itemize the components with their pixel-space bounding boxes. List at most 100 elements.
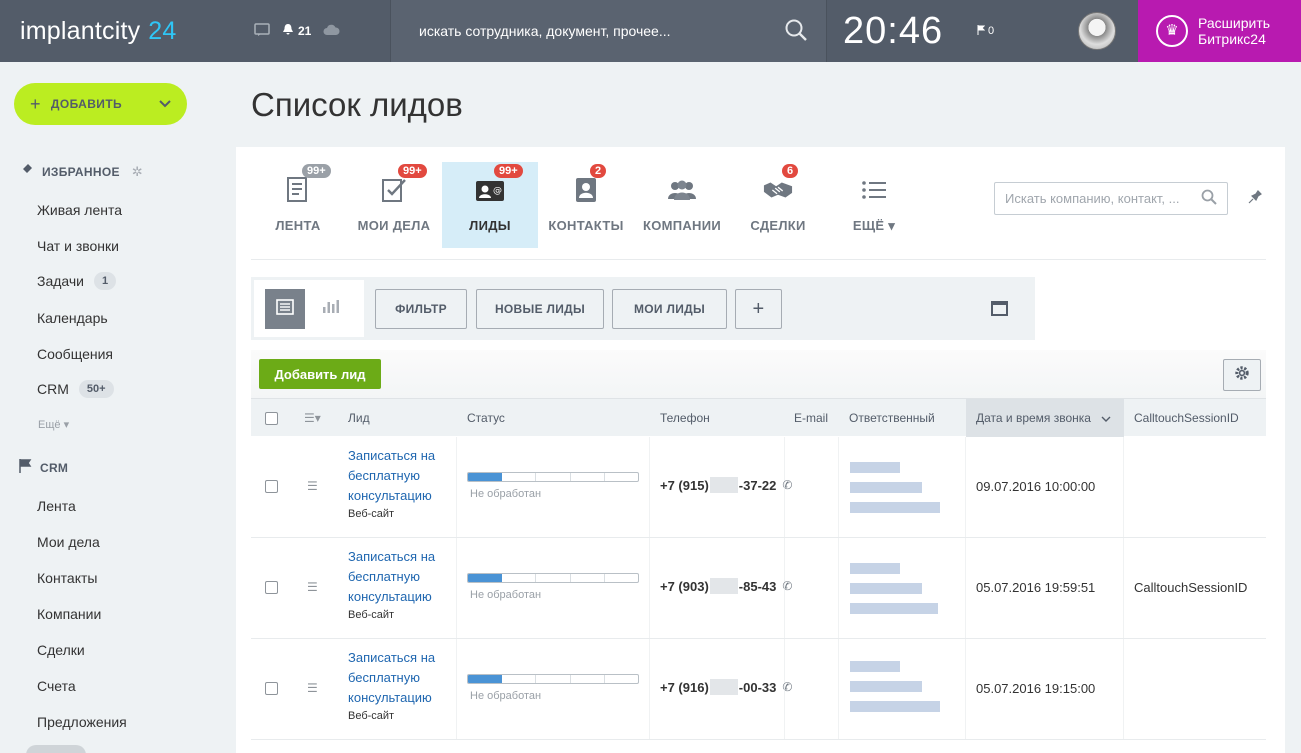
status-segment <box>502 675 537 683</box>
pin-icon[interactable] <box>1248 190 1262 207</box>
tab-leads[interactable]: 99+ @ ЛИДЫ <box>442 162 538 248</box>
phone-call-icon[interactable]: ✆ <box>782 579 792 593</box>
crown-icon: ♛ <box>1156 15 1188 47</box>
phone-value[interactable]: +7 (916) -00-33 ✆ <box>660 679 792 695</box>
checkbox[interactable] <box>265 411 278 425</box>
column-calltouch[interactable]: CalltouchSessionID <box>1134 399 1239 437</box>
add-button[interactable]: + ДОБАВИТЬ <box>14 83 187 125</box>
expand-bitrix-button[interactable]: ♛ Расширить Битрикс24 <box>1138 0 1301 62</box>
phone-call-icon[interactable]: ✆ <box>782 680 792 694</box>
sidebar-item-chat[interactable]: Чат и звонки <box>37 238 119 254</box>
column-separator <box>965 538 966 638</box>
row-checkbox[interactable] <box>265 682 278 753</box>
lead-link[interactable]: Записаться на бесплатную консультацию <box>348 446 448 506</box>
add-lead-button[interactable]: Добавить лид <box>259 359 381 389</box>
call-datetime: 09.07.2016 10:00:00 <box>976 479 1096 494</box>
checkbox[interactable] <box>265 581 278 594</box>
tab-my-tasks[interactable]: 99+ МОИ ДЕЛА <box>346 162 442 248</box>
phone-value[interactable]: +7 (903) -85-43 ✆ <box>660 578 792 594</box>
top-icons: 21 <box>248 0 390 62</box>
table-row[interactable]: ☰ Записаться на бесплатную консультацию … <box>251 538 1266 639</box>
search-icon[interactable] <box>784 18 808 45</box>
phone-redacted <box>709 679 738 695</box>
redacted-line <box>850 661 900 672</box>
sidebar-item-crm[interactable]: CRM 50+ <box>37 380 114 398</box>
sidebar-item-deals[interactable]: Сделки <box>37 642 85 658</box>
sidebar-item-contacts[interactable]: Контакты <box>37 570 97 586</box>
flag-counter[interactable]: 0 <box>977 0 1037 62</box>
phone-call-icon[interactable]: ✆ <box>782 478 792 492</box>
clock[interactable]: 20:46 <box>827 0 977 62</box>
tasks-counter: 1 <box>94 272 117 290</box>
phone-prefix: +7 (915) <box>660 477 709 493</box>
global-search[interactable]: искать сотрудника, документ, прочее... <box>390 0 827 62</box>
sidebar-item-my-tasks[interactable]: Мои дела <box>37 534 100 550</box>
notifications-button[interactable]: 21 <box>282 23 311 39</box>
cloud-icon[interactable] <box>323 24 340 39</box>
checkbox[interactable] <box>265 682 278 695</box>
top-bar: implantcity 24 21 искать сотрудника, док… <box>0 0 1301 62</box>
chat-icon[interactable] <box>254 22 270 40</box>
filter-button[interactable]: ФИЛЬТР <box>375 289 467 329</box>
phone-value[interactable]: +7 (915) -37-22 ✆ <box>660 477 792 493</box>
search-icon[interactable] <box>1201 189 1217 208</box>
tab-more[interactable]: ЕЩЁ ▾ <box>826 162 922 248</box>
add-filter-button[interactable]: + <box>735 289 782 329</box>
column-call-datetime[interactable]: Дата и время звонка <box>966 399 1124 437</box>
global-search-input[interactable]: искать сотрудника, документ, прочее... <box>419 23 671 39</box>
crm-section-title[interactable]: CRM <box>18 459 68 476</box>
tab-deals[interactable]: 6 СДЕЛКИ <box>730 162 826 248</box>
list-view-button[interactable] <box>265 289 305 329</box>
svg-text:@: @ <box>493 186 502 196</box>
lead-source: Веб-сайт <box>348 710 395 722</box>
row-menu-icon[interactable]: ☰ <box>307 479 318 493</box>
sidebar-item-label: Компании <box>37 606 102 622</box>
sidebar-item-quotes[interactable]: Предложения <box>37 714 127 730</box>
logo[interactable]: implantcity 24 <box>0 0 248 62</box>
sidebar-item-messages[interactable]: Сообщения <box>37 346 113 362</box>
sidebar-item-tasks[interactable]: Задачи 1 <box>37 272 117 290</box>
column-separator <box>649 437 650 537</box>
status-progress[interactable] <box>467 573 639 583</box>
gear-icon[interactable]: ✲ <box>132 164 143 180</box>
column-phone[interactable]: Телефон <box>660 399 710 437</box>
my-leads-button[interactable]: МОИ ЛИДЫ <box>612 289 727 329</box>
companies-icon <box>667 176 697 204</box>
column-email[interactable]: E-mail <box>794 399 828 437</box>
sidebar-more[interactable]: Ещё ▾ <box>38 418 69 431</box>
window-icon[interactable] <box>991 301 1008 316</box>
column-status[interactable]: Статус <box>467 399 505 437</box>
crm-search-input[interactable]: Искать компанию, контакт, ... <box>994 182 1228 215</box>
grid-settings-button[interactable] <box>1223 359 1261 391</box>
tab-feed[interactable]: 99+ ЛЕНТА <box>250 162 346 248</box>
column-lead[interactable]: Лид <box>348 399 370 437</box>
sidebar-item-live-feed[interactable]: Живая лента <box>37 202 122 218</box>
sidebar-item-crm-feed[interactable]: Лента <box>37 498 76 514</box>
new-leads-button[interactable]: НОВЫЕ ЛИДЫ <box>476 289 604 329</box>
row-menu-icon[interactable]: ☰ <box>307 681 318 695</box>
column-menu-icon[interactable]: ☰▾ <box>304 399 321 437</box>
tab-badge: 99+ <box>302 164 331 178</box>
tab-companies[interactable]: КОМПАНИИ <box>634 162 730 248</box>
row-menu-icon[interactable]: ☰ <box>307 580 318 594</box>
chart-view-button[interactable] <box>322 298 340 317</box>
favorites-title[interactable]: ИЗБРАННОЕ ✲ <box>18 162 143 181</box>
sidebar-item-calendar[interactable]: Календарь <box>37 310 108 326</box>
lead-link[interactable]: Записаться на бесплатную консультацию <box>348 547 448 607</box>
status-progress[interactable] <box>467 472 639 482</box>
select-all-checkbox[interactable] <box>265 399 278 437</box>
column-separator <box>965 437 966 537</box>
sidebar-scroll-pill[interactable] <box>26 745 86 753</box>
lead-link[interactable]: Записаться на бесплатную консультацию <box>348 648 448 708</box>
table-row[interactable]: ☰ Записаться на бесплатную консультацию … <box>251 639 1266 740</box>
avatar[interactable] <box>1078 12 1116 50</box>
sidebar-item-companies[interactable]: Компании <box>37 606 101 622</box>
status-progress[interactable] <box>467 674 639 684</box>
checkbox[interactable] <box>265 480 278 493</box>
lead-title-line: Записаться на <box>348 448 436 463</box>
tasks-icon <box>379 176 409 204</box>
tab-contacts[interactable]: 2 КОНТАКТЫ <box>538 162 634 248</box>
sidebar-item-invoices[interactable]: Счета <box>37 678 76 694</box>
table-row[interactable]: ☰ Записаться на бесплатную консультацию … <box>251 437 1266 538</box>
column-responsible[interactable]: Ответственный <box>849 399 935 437</box>
